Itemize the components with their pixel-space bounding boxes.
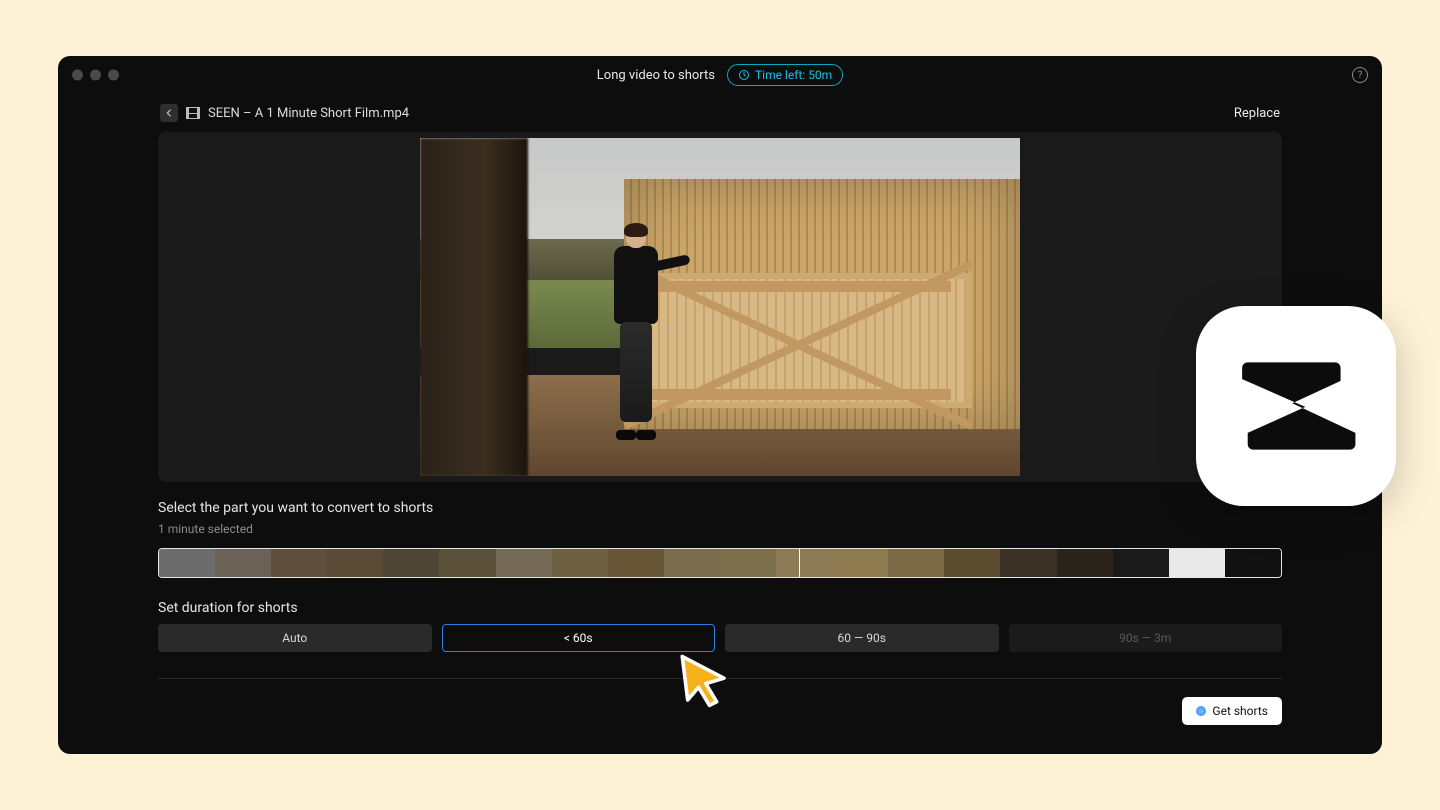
get-shorts-button[interactable]: Get shorts xyxy=(1182,697,1282,725)
clock-icon xyxy=(738,69,750,81)
sparkle-icon xyxy=(1196,706,1206,716)
timeline-thumb[interactable] xyxy=(1000,549,1056,577)
cursor-icon xyxy=(675,651,733,709)
timeline-thumb[interactable] xyxy=(1057,549,1113,577)
select-subtext: 1 minute selected xyxy=(158,522,1282,536)
timeline-thumb[interactable] xyxy=(776,549,832,577)
timeline-thumb[interactable] xyxy=(888,549,944,577)
timeline[interactable] xyxy=(158,548,1282,578)
duration-option-2[interactable]: 60 — 90s xyxy=(725,624,999,652)
timeline-thumb[interactable] xyxy=(720,549,776,577)
window-controls[interactable] xyxy=(72,70,119,81)
app-window: Long video to shorts Time left: 50m ? xyxy=(58,56,1382,754)
file-row: SEEN – A 1 Minute Short Film.mp4 Replace xyxy=(158,104,1282,122)
duration-option-1[interactable]: < 60s xyxy=(442,624,716,652)
close-icon[interactable] xyxy=(72,70,83,81)
playhead[interactable] xyxy=(799,548,800,578)
duration-option-3: 90s — 3m xyxy=(1009,624,1283,652)
titlebar: Long video to shorts Time left: 50m ? xyxy=(58,60,1382,90)
get-shorts-label: Get shorts xyxy=(1212,704,1268,718)
timeline-thumb[interactable] xyxy=(608,549,664,577)
timeline-thumb[interactable] xyxy=(327,549,383,577)
timeline-thumb[interactable] xyxy=(383,549,439,577)
timeline-thumb[interactable] xyxy=(1225,549,1281,577)
timeline-thumb[interactable] xyxy=(1169,549,1225,577)
replace-button[interactable]: Replace xyxy=(1234,106,1280,121)
capcut-logo-card xyxy=(1196,306,1396,506)
timeline-thumb[interactable] xyxy=(664,549,720,577)
timeline-thumb[interactable] xyxy=(439,549,495,577)
page-title: Long video to shorts xyxy=(597,68,715,83)
timeline-thumb[interactable] xyxy=(271,549,327,577)
video-preview[interactable] xyxy=(158,132,1282,482)
timeline-thumb[interactable] xyxy=(215,549,271,577)
timeline-thumb[interactable] xyxy=(944,549,1000,577)
timeline-thumb[interactable] xyxy=(832,549,888,577)
help-icon[interactable]: ? xyxy=(1352,67,1368,83)
timeline-thumb[interactable] xyxy=(1113,549,1169,577)
back-button[interactable] xyxy=(160,104,178,122)
minimize-icon[interactable] xyxy=(90,70,101,81)
time-left-text: Time left: 50m xyxy=(755,68,832,82)
zoom-icon[interactable] xyxy=(108,70,119,81)
time-left-pill: Time left: 50m xyxy=(727,64,843,86)
duration-option-0[interactable]: Auto xyxy=(158,624,432,652)
timeline-thumb[interactable] xyxy=(496,549,552,577)
duration-heading: Set duration for shorts xyxy=(158,600,1282,616)
capcut-logo-icon xyxy=(1231,351,1361,461)
file-name: SEEN – A 1 Minute Short Film.mp4 xyxy=(208,106,409,121)
duration-options: Auto < 60s 60 — 90s 90s — 3m xyxy=(158,624,1282,652)
chevron-left-icon xyxy=(164,108,174,118)
film-icon xyxy=(186,107,200,119)
video-frame xyxy=(420,138,1020,476)
timeline-thumb[interactable] xyxy=(159,549,215,577)
select-heading: Select the part you want to convert to s… xyxy=(158,500,1282,516)
timeline-thumb[interactable] xyxy=(552,549,608,577)
